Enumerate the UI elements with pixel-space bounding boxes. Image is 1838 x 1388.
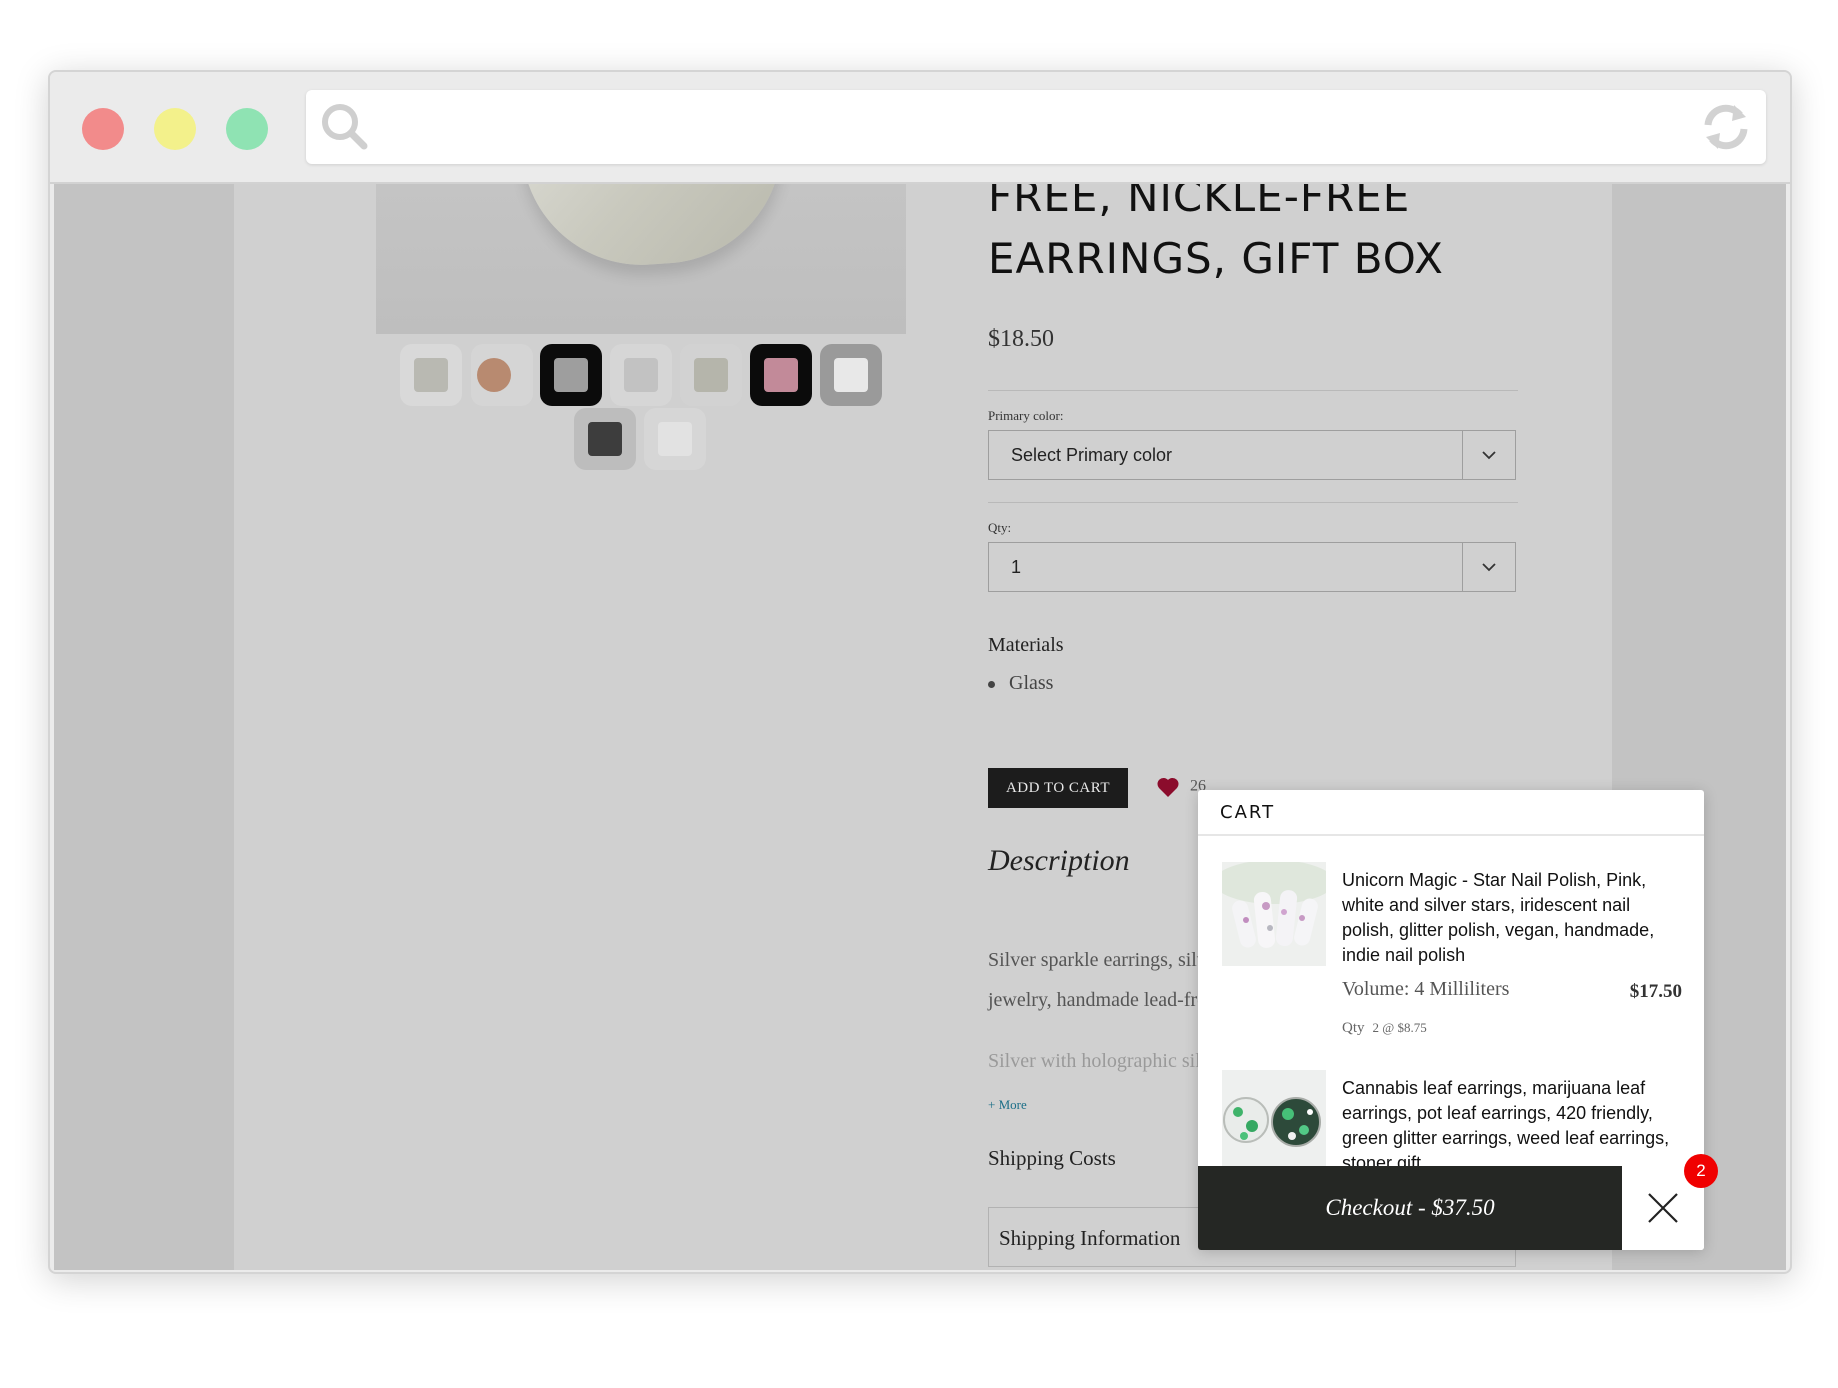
product-title-line-1: FREE, NICKLE-FREE [988,184,1411,221]
more-link[interactable]: + More [988,1097,1027,1113]
chevron-down-icon [1482,451,1496,460]
description-heading: Description [988,844,1130,877]
heart-icon [1157,777,1179,797]
browser-chrome [50,72,1790,184]
cart-items-list[interactable]: Unicorn Magic - Star Nail Polish, Pink, … [1198,836,1704,1166]
qty-label: Qty: [988,520,1012,535]
close-window-button[interactable] [82,108,124,150]
shipping-information-label: Shipping Information [999,1226,1181,1250]
qty-select[interactable]: 1 [988,542,1516,592]
checkout-button[interactable]: Checkout - $37.50 [1198,1166,1622,1250]
primary-color-select[interactable]: Select Primary color [988,430,1516,480]
thumbnail-9[interactable] [644,408,706,470]
cart-item-variant: Volume: 4 Milliliters [1342,978,1510,1000]
minimize-window-button[interactable] [154,108,196,150]
refresh-icon[interactable] [1700,101,1752,153]
cart-item-qty: Qty 2 @ $8.75 [1342,1020,1427,1036]
thumbnail-4[interactable] [610,344,672,406]
thumbnail-8[interactable] [574,408,636,470]
divider [988,502,1518,503]
material-item: Glass [988,672,1053,695]
cart-item-price: $17.50 [1629,981,1682,1002]
close-icon [1648,1193,1678,1223]
chevron-down-icon [1482,563,1496,572]
primary-color-value: Select Primary color [1011,445,1173,465]
cart-item-name[interactable]: Cannabis leaf earrings, marijuana leaf e… [1342,1076,1682,1166]
product-price: $18.50 [988,326,1054,352]
maximize-window-button[interactable] [226,108,268,150]
qty-value: 1 [1011,557,1022,577]
divider [988,390,1518,391]
shipping-heading: Shipping Costs [988,1146,1116,1170]
thumbnail-3[interactable] [540,344,602,406]
cart-item-name[interactable]: Unicorn Magic - Star Nail Polish, Pink, … [1342,868,1682,968]
product-title-line-2: EARRINGS, GIFT BOX [988,234,1444,283]
cart-item-image[interactable] [1222,862,1326,966]
thumbnail-5[interactable] [680,344,742,406]
add-to-cart-button[interactable]: ADD TO CART [988,768,1128,808]
primary-color-label: Primary color: [988,408,1064,423]
cart-count-badge: 2 [1684,1154,1718,1188]
thumbnail-6[interactable] [750,344,812,406]
thumbnail-1[interactable] [400,344,462,406]
thumbnail-7[interactable] [820,344,882,406]
cart-heading: CART [1220,802,1276,823]
cart-panel: CART Unicorn Magic - Star Nail Polish, P… [1198,790,1704,1250]
product-title: FREE, NICKLE-FREE EARRINGS, GIFT BOX [988,184,1548,290]
thumbnail-2[interactable] [471,344,533,406]
address-bar[interactable] [306,90,1766,164]
product-main-image[interactable] [376,184,906,334]
cart-item-image[interactable] [1222,1070,1326,1166]
materials-heading: Materials [988,634,1064,656]
search-icon [322,104,368,150]
